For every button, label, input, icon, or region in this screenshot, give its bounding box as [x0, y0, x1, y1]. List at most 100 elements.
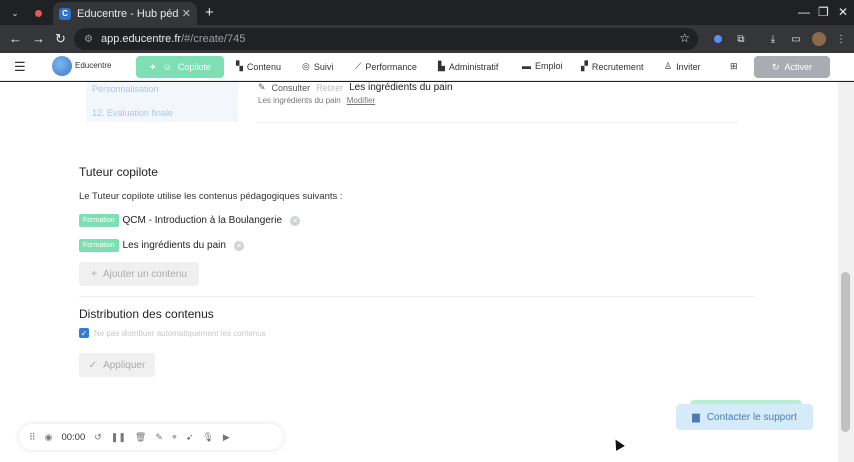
site-info-icon[interactable]: ⚙	[84, 34, 93, 45]
educentre-logo[interactable]	[52, 56, 72, 76]
auto-distribution-label: Ne pas distribuer automatiquement les co…	[94, 328, 266, 338]
remove-content-icon[interactable]: ✕	[290, 215, 301, 226]
nav-item-emploi[interactable]: ▬ Emploi	[522, 61, 563, 71]
content-sub-label: Les ingrédients du pain	[258, 96, 341, 105]
remove-content-icon[interactable]: ✕	[233, 240, 244, 251]
content-name: QCM - Introduction à la Boulangerie	[122, 215, 283, 226]
page-scrollbar[interactable]	[838, 82, 854, 462]
extension-blue-icon[interactable]	[711, 32, 725, 46]
nav-label: Performance	[365, 61, 417, 72]
nav-label: Recrutement	[591, 61, 644, 72]
close-window-icon[interactable]: ✕	[838, 5, 848, 19]
edit-icon[interactable]: ✎	[258, 82, 266, 93]
back-button[interactable]: ←	[9, 31, 22, 46]
restart-icon[interactable]: ↺	[94, 432, 102, 443]
tab-search-icon[interactable]: ⌄	[8, 6, 22, 20]
new-tab-square-icon[interactable]: ⊞	[730, 61, 738, 72]
consulter-link[interactable]: Consulter	[272, 83, 311, 93]
briefcase-icon: ▬	[522, 61, 531, 71]
copilote-label: Copilote	[177, 62, 211, 72]
user-icon: ☺	[162, 62, 172, 72]
add-content-button[interactable]: + Ajouter un contenu	[79, 262, 199, 286]
maximize-icon[interactable]: ❐	[818, 5, 829, 19]
retirer-link[interactable]: Retirer	[316, 83, 343, 93]
tab-title: Educentre - Hub pédago	[77, 7, 178, 20]
section-divider	[79, 296, 755, 297]
camera-icon[interactable]: ▶	[223, 432, 230, 443]
menu-icon[interactable]: ☰	[14, 59, 26, 75]
document-icon: ▙	[438, 61, 445, 71]
browser-tab-strip: ⌄ C Educentre - Hub pédago ✕ + — ❐ ✕	[0, 0, 854, 25]
content-type-badge: Formation	[79, 214, 119, 227]
tuteur-content-item: Formation Les ingrédients du pain ✕	[79, 239, 244, 252]
contact-support-label: Contacter le support	[706, 411, 797, 423]
delete-icon[interactable]: 🗑	[135, 432, 146, 443]
recording-toolbar: ⠿ ◉ 00:00 ↺ ❚❚ 🗑 ✎ ⌖ ➹ 🎙 ▶	[19, 424, 283, 450]
auto-distribution-checkbox[interactable]: ✓	[79, 328, 89, 338]
contact-support-button[interactable]: ▆ Contacter le support	[676, 404, 813, 430]
pause-icon[interactable]: ❚❚	[111, 432, 126, 443]
chart-icon: ⟋	[355, 61, 362, 71]
nav-item-performance[interactable]: ⟋ Performance	[355, 61, 417, 72]
add-user-icon: ♙	[664, 61, 673, 71]
sidepanel-icon[interactable]: ▭	[789, 32, 803, 46]
nav-item-suivi[interactable]: ◎ Suivi	[302, 61, 333, 72]
nav-item-recrutement[interactable]: ▞ Recrutement	[581, 61, 643, 72]
plus-icon: +	[91, 268, 97, 280]
pointer-icon[interactable]: ➹	[186, 432, 194, 443]
check-circle-icon: ◎	[302, 61, 310, 71]
browser-tab[interactable]: C Educentre - Hub pédago ✕	[53, 2, 197, 25]
nav-item-administratif[interactable]: ▙ Administratif	[438, 61, 498, 72]
app-header: ☰ Educentre ✦ ☺ Copilote ▚ Contenu ◎ Suivi…	[0, 53, 854, 81]
browser-menu-icon[interactable]: ⋮	[834, 32, 848, 46]
divider	[258, 122, 738, 123]
download-icon[interactable]: ⤓	[766, 32, 780, 46]
distribution-title: Distribution des contenus	[79, 307, 214, 321]
chat-icon: ▆	[692, 411, 700, 423]
drag-handle-icon[interactable]: ⠿	[29, 432, 36, 443]
reload-button[interactable]: ↻	[55, 31, 66, 47]
activer-label: Activer	[784, 62, 813, 72]
content-actions-row: ✎ Consulter Retirer Les ingrédients du p…	[258, 82, 453, 93]
sidebar-item-personnalisation[interactable]: Personnalisation	[92, 84, 159, 94]
module-sidebar: Personnalisation 12. Evaluation finale	[86, 82, 238, 122]
apply-button[interactable]: ✓ Appliquer	[79, 353, 155, 377]
people-icon: ▞	[581, 61, 588, 71]
nav-label: Inviter	[676, 61, 701, 72]
nav-label: Administratif	[448, 61, 499, 72]
new-tab-button[interactable]: +	[205, 4, 214, 21]
modifier-link[interactable]: Modifier	[347, 96, 375, 105]
magic-wand-icon: ✦	[149, 61, 157, 72]
microphone-icon[interactable]: 🎙	[202, 432, 213, 443]
record-icon[interactable]: ◉	[45, 432, 53, 443]
brand-name: Educentre	[75, 61, 112, 70]
apply-label: Appliquer	[103, 359, 146, 371]
refresh-icon: ↻	[771, 61, 780, 72]
minimize-icon[interactable]: —	[798, 5, 810, 19]
content-type-badge: Formation	[79, 239, 119, 252]
scrollbar-thumb[interactable]	[841, 272, 850, 432]
copilote-button[interactable]: ✦ ☺ Copilote	[136, 56, 224, 78]
url-host: app.educentre.fr	[100, 33, 182, 45]
nav-item-contenu[interactable]: ▚ Contenu	[236, 61, 281, 72]
tab-close-icon[interactable]: ✕	[182, 7, 191, 20]
pen-icon[interactable]: ✎	[155, 432, 163, 443]
recording-indicator-icon	[31, 6, 45, 20]
highlight-icon[interactable]: ⌖	[172, 432, 177, 443]
address-bar[interactable]: ⚙ app.educentre.fr /#/create/745 ☆	[74, 28, 698, 50]
content-title: Les ingrédients du pain	[349, 82, 453, 93]
nav-item-inviter[interactable]: ♙ Inviter	[664, 61, 701, 72]
bookmark-star-icon[interactable]: ☆	[679, 31, 690, 45]
auto-distribution-option[interactable]: ✓ Ne pas distribuer automatiquement les …	[79, 328, 266, 338]
activer-button[interactable]: ↻ Activer	[754, 56, 830, 78]
check-icon: ✓	[88, 359, 98, 371]
recording-time: 00:00	[61, 431, 86, 443]
url-path: /#/create/745	[181, 33, 246, 45]
profile-avatar-icon[interactable]	[812, 32, 826, 46]
sidebar-item-evaluation-finale[interactable]: 12. Evaluation finale	[92, 108, 173, 118]
forward-button[interactable]: →	[32, 31, 45, 46]
extensions-puzzle-icon[interactable]: ⧉	[734, 32, 748, 46]
nav-label: Suivi	[313, 61, 334, 72]
content-sub-row: Les ingrédients du pain Modifier	[258, 96, 375, 105]
tuteur-content-item: Formation QCM - Introduction à la Boulan…	[79, 214, 301, 227]
